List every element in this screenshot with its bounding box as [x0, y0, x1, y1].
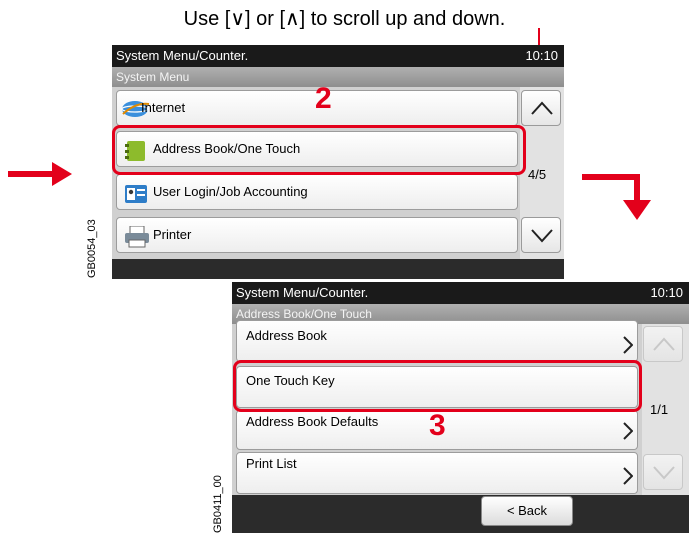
- menu-item-printer[interactable]: Printer: [116, 217, 518, 253]
- bottom-bar: [112, 259, 564, 279]
- scroll-down-button[interactable]: [521, 217, 561, 253]
- title-bar: System Menu/Counter. 10:10: [112, 45, 564, 67]
- figure-id-top: GB0054_03: [86, 219, 98, 278]
- step-number: 3: [429, 409, 446, 442]
- menu-item-user-login-job-accounting[interactable]: User Login/Job Accounting: [116, 174, 518, 210]
- menu-item-print-list[interactable]: Print List: [236, 452, 638, 494]
- turn-down-arrow-icon: [582, 174, 651, 220]
- chevron-right-icon: [623, 467, 633, 485]
- figure-id-bottom: GB0411_00: [212, 475, 224, 533]
- chevron-up-icon: [531, 101, 553, 115]
- printer-icon: [125, 226, 149, 248]
- bottom-bar: [232, 495, 689, 533]
- window-title: System Menu/Counter.: [236, 285, 369, 300]
- back-button[interactable]: < Back: [481, 496, 573, 526]
- instruction-text: Use [∨] or [∧] to scroll up and down.: [183, 8, 506, 30]
- menu-item-label: Print List: [246, 456, 297, 471]
- chevron-right-icon: [623, 336, 633, 354]
- scroll-up-button[interactable]: [521, 90, 561, 126]
- title-bar: System Menu/Counter. 10:10: [232, 282, 689, 304]
- sub-title-bar: System Menu: [112, 67, 564, 87]
- menu-item-label: Internet: [141, 100, 186, 115]
- menu-item-address-book[interactable]: Address Book: [236, 320, 638, 362]
- chevron-down-icon: [531, 229, 553, 243]
- menu-item-label: Address Book: [246, 328, 327, 343]
- window-title: System Menu/Counter.: [116, 48, 249, 63]
- highlight-address-book-one-touch: [112, 125, 526, 175]
- scroll-up-button[interactable]: [643, 326, 683, 362]
- page-indicator: 1/1: [650, 402, 669, 417]
- user-login-icon: [125, 185, 147, 203]
- menu-item-label: Address Book Defaults: [246, 414, 379, 429]
- menu-item-label: Printer: [153, 227, 192, 242]
- chevron-up-icon: [653, 337, 675, 351]
- highlight-one-touch-key: [233, 360, 642, 412]
- chevron-down-icon: [653, 466, 675, 480]
- page-indicator: 4/5: [528, 167, 547, 182]
- chevron-right-icon: [623, 422, 633, 440]
- screen-title: System Menu: [116, 70, 190, 84]
- clock: 10:10: [525, 48, 558, 63]
- step-number: 2: [315, 82, 332, 115]
- menu-item-label: User Login/Job Accounting: [153, 184, 308, 199]
- scroll-down-button[interactable]: [643, 454, 683, 490]
- right-arrow-icon: [8, 162, 72, 186]
- clock: 10:10: [650, 285, 683, 300]
